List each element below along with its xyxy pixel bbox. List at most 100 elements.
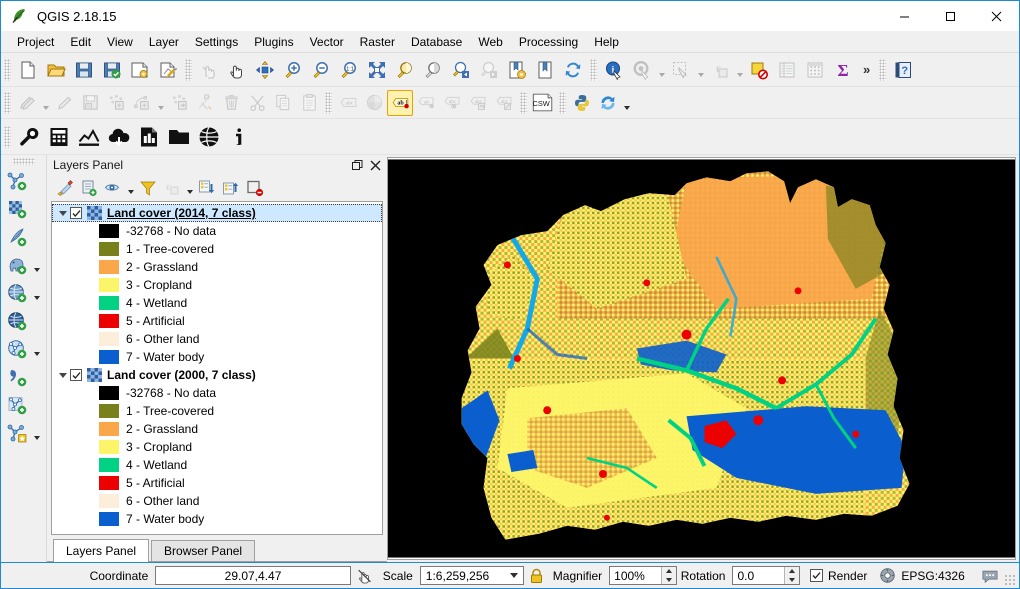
coordinate-input[interactable]: 29.07,4.47 bbox=[155, 566, 350, 585]
scale-combo[interactable]: 1:6,259,256 bbox=[420, 566, 524, 585]
zoom-native-resolution-icon[interactable]: 1:1 bbox=[335, 56, 363, 84]
report-document-icon[interactable] bbox=[134, 122, 164, 152]
rotation-increase-button[interactable] bbox=[785, 567, 799, 576]
touch-zoom-icon[interactable] bbox=[195, 56, 223, 84]
tab-browser-panel[interactable]: Browser Panel bbox=[151, 540, 255, 561]
about-info-icon[interactable]: ı bbox=[224, 122, 254, 152]
undock-panel-button[interactable] bbox=[349, 157, 365, 173]
show-hide-labels-icon[interactable]: ab bbox=[413, 90, 439, 116]
add-feature-icon[interactable] bbox=[103, 90, 129, 116]
diagram-properties-icon[interactable] bbox=[361, 90, 387, 116]
open-project-icon[interactable] bbox=[42, 56, 70, 84]
open-attribute-table-icon[interactable] bbox=[773, 56, 801, 84]
menu-raster[interactable]: Raster bbox=[352, 33, 403, 51]
maximize-button[interactable] bbox=[927, 1, 973, 31]
identify-features-icon[interactable]: i bbox=[600, 56, 628, 84]
add-wms-dropdown[interactable] bbox=[32, 279, 43, 307]
current-edits-dropdown[interactable] bbox=[40, 89, 51, 117]
select-features-dropdown[interactable] bbox=[695, 56, 706, 84]
expand-all-icon[interactable] bbox=[195, 177, 219, 199]
new-bookmark-icon[interactable] bbox=[503, 56, 531, 84]
menu-edit[interactable]: Edit bbox=[62, 33, 99, 51]
coordinate-capture-icon[interactable] bbox=[356, 567, 374, 585]
current-edits-icon[interactable] bbox=[14, 90, 40, 116]
plugin-manager-dropdown[interactable] bbox=[621, 89, 632, 117]
rotate-label-icon[interactable]: abc bbox=[465, 90, 491, 116]
toolbar-grip[interactable] bbox=[559, 92, 566, 114]
manage-layer-visibility-dropdown[interactable] bbox=[125, 177, 136, 199]
refresh-map-icon[interactable] bbox=[559, 56, 587, 84]
plugin-manager-icon[interactable] bbox=[595, 90, 621, 116]
zoom-in-icon[interactable] bbox=[279, 56, 307, 84]
node-tool-icon[interactable] bbox=[192, 90, 218, 116]
new-shapefile-dropdown[interactable] bbox=[32, 419, 43, 447]
collapse-all-icon[interactable] bbox=[219, 177, 243, 199]
deselect-features-icon[interactable] bbox=[745, 56, 773, 84]
layer-visibility-checkbox[interactable] bbox=[70, 369, 82, 381]
add-delimited-text-layer-icon[interactable] bbox=[4, 364, 32, 390]
select-by-expression-dropdown[interactable] bbox=[734, 56, 745, 84]
layer-visibility-checkbox[interactable] bbox=[70, 207, 82, 219]
layer-tree-item-land-cover-2000[interactable]: Land cover (2000, 7 class) bbox=[52, 366, 382, 384]
toolbar-grip[interactable] bbox=[325, 92, 332, 114]
field-calculator-icon[interactable] bbox=[801, 56, 829, 84]
copy-features-icon[interactable] bbox=[270, 90, 296, 116]
zoom-last-icon[interactable] bbox=[447, 56, 475, 84]
zoom-out-icon[interactable] bbox=[307, 56, 335, 84]
crs-label[interactable]: EPSG:4326 bbox=[901, 569, 964, 583]
rotation-decrease-button[interactable] bbox=[785, 576, 799, 585]
filter-legend-by-expression-icon[interactable]: ε bbox=[160, 177, 184, 199]
resize-grip[interactable] bbox=[1004, 574, 1015, 586]
composer-manager-icon[interactable] bbox=[154, 56, 182, 84]
style-manager-icon[interactable] bbox=[53, 177, 77, 199]
delete-selected-icon[interactable] bbox=[218, 90, 244, 116]
csw-metasearch-icon[interactable]: CSW bbox=[530, 90, 556, 116]
python-console-icon[interactable] bbox=[569, 90, 595, 116]
toolbar-grip[interactable] bbox=[4, 59, 11, 81]
paste-features-icon[interactable] bbox=[296, 90, 322, 116]
save-project-icon[interactable] bbox=[70, 56, 98, 84]
toolbar-grip[interactable] bbox=[590, 59, 597, 81]
chevron-down-icon[interactable] bbox=[56, 204, 70, 222]
toolbar-grip[interactable] bbox=[520, 92, 527, 114]
crs-status-icon[interactable] bbox=[879, 567, 896, 584]
pan-map-icon[interactable] bbox=[223, 56, 251, 84]
messages-log-icon[interactable] bbox=[981, 568, 999, 584]
menu-settings[interactable]: Settings bbox=[187, 33, 246, 51]
open-folder-icon[interactable] bbox=[164, 122, 194, 152]
new-project-icon[interactable] bbox=[14, 56, 42, 84]
tab-layers-panel[interactable]: Layers Panel bbox=[53, 539, 149, 562]
add-line-feature-dropdown[interactable] bbox=[155, 89, 166, 117]
lock-scale-icon[interactable] bbox=[529, 568, 544, 584]
add-wcs-layer-icon[interactable] bbox=[4, 308, 32, 334]
pan-to-selection-icon[interactable] bbox=[251, 56, 279, 84]
zoom-full-extent-icon[interactable] bbox=[363, 56, 391, 84]
add-raster-layer-icon[interactable] bbox=[4, 196, 32, 222]
menu-project[interactable]: Project bbox=[9, 33, 62, 51]
add-group-icon[interactable] bbox=[77, 177, 101, 199]
chevron-down-icon[interactable] bbox=[507, 573, 521, 578]
run-feature-action-dropdown[interactable] bbox=[656, 56, 667, 84]
render-checkbox[interactable]: Render bbox=[810, 569, 867, 583]
add-wfs-dropdown[interactable] bbox=[32, 335, 43, 363]
cut-features-icon[interactable] bbox=[244, 90, 270, 116]
menu-view[interactable]: View bbox=[99, 33, 141, 51]
layer-tree[interactable]: Land cover (2014, 7 class) -32768 - No d… bbox=[51, 201, 383, 535]
menu-database[interactable]: Database bbox=[403, 33, 470, 51]
select-features-icon[interactable] bbox=[667, 56, 695, 84]
magnifier-spinbox[interactable]: 100% bbox=[609, 566, 677, 585]
run-feature-action-icon[interactable] bbox=[628, 56, 656, 84]
move-feature-icon[interactable] bbox=[166, 90, 192, 116]
show-bookmarks-icon[interactable] bbox=[531, 56, 559, 84]
toolbar-grip[interactable] bbox=[13, 158, 35, 165]
layer-tree-item-land-cover-2014[interactable]: Land cover (2014, 7 class) bbox=[52, 204, 382, 222]
new-print-composer-icon[interactable] bbox=[126, 56, 154, 84]
map-canvas[interactable] bbox=[387, 157, 1016, 560]
change-label-icon[interactable]: abc bbox=[491, 90, 517, 116]
filter-legend-icon[interactable] bbox=[136, 177, 160, 199]
zoom-to-selection-icon[interactable] bbox=[419, 56, 447, 84]
add-vector-layer-icon[interactable] bbox=[4, 168, 32, 194]
remove-layer-icon[interactable] bbox=[243, 177, 267, 199]
add-postgis-dropdown[interactable] bbox=[32, 251, 43, 279]
close-button[interactable] bbox=[973, 1, 1019, 31]
